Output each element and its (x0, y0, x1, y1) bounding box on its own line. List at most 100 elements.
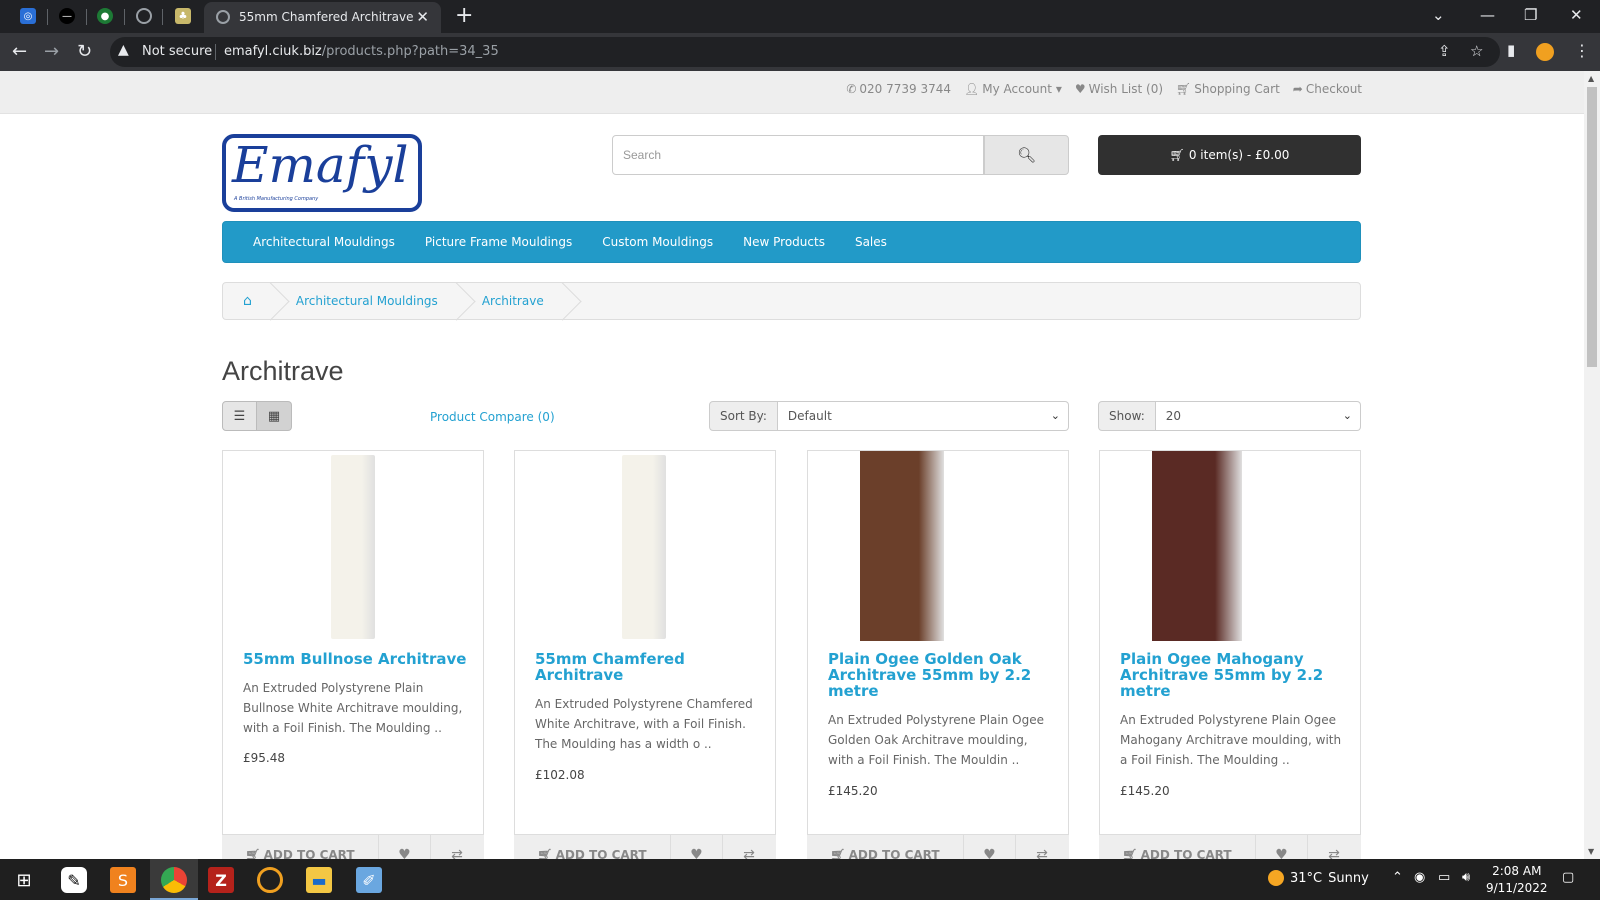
moulding-swatch (622, 455, 666, 639)
product-name[interactable]: 55mm Chamfered Architrave (535, 651, 760, 683)
product-description: An Extruded Polystyrene Plain Ogee Golde… (828, 713, 1044, 767)
shopping-cart-link[interactable]: 🛒︎ Shopping Cart (1176, 82, 1280, 96)
scroll-up-icon[interactable]: ▲ (1588, 74, 1594, 83)
add-to-cart-button[interactable]: 🛒︎ ADD TO CART (807, 835, 964, 859)
product-image[interactable] (223, 451, 483, 641)
filezilla-icon[interactable]: Z (208, 867, 234, 893)
phone-link[interactable]: ✆ 020 7739 3744 (846, 82, 951, 96)
close-icon[interactable]: ✕ (416, 8, 429, 26)
meet-icon[interactable]: ◉ (1414, 870, 1425, 885)
menu-item-custom-mouldings[interactable]: Custom Mouldings (587, 222, 728, 262)
back-icon[interactable]: ← (12, 41, 27, 62)
menu-item-new-products[interactable]: New Products (728, 222, 840, 262)
compare-button[interactable]: ⇄ (431, 835, 483, 860)
reload-icon[interactable]: ↻ (77, 41, 92, 62)
add-to-cart-button[interactable]: 🛒︎ ADD TO CART (1099, 835, 1256, 859)
checkout-link[interactable]: ➦ Checkout (1293, 82, 1362, 96)
search-button[interactable]: 🔍︎ (984, 135, 1069, 175)
list-view-button[interactable]: ☰ (222, 401, 257, 431)
product-name[interactable]: 55mm Bullnose Architrave (243, 651, 468, 667)
volume-icon[interactable]: 🔊︎ (1462, 870, 1470, 885)
wishlist-button[interactable]: ♥ (379, 835, 431, 859)
search-input[interactable] (612, 135, 984, 175)
product-name[interactable]: Plain Ogee Golden Oak Architrave 55mm by… (828, 651, 1053, 699)
notifications-icon[interactable]: ▢ (1562, 870, 1574, 885)
logo-tagline: A British Manufacturing Company (234, 196, 319, 202)
product-image[interactable] (1100, 451, 1360, 641)
url-text[interactable]: emafyl.ciuk.biz/products.php?path=34_35 (224, 44, 499, 59)
windows-start-icon[interactable]: ⊞ (11, 867, 37, 893)
globe-icon[interactable] (136, 8, 152, 24)
menu-item-picture-frame-mouldings[interactable]: Picture Frame Mouldings (410, 222, 587, 262)
address-toolbar: ← → ↻ ▲ Not secure emafyl.ciuk.biz/produ… (0, 33, 1600, 71)
phone-number: 020 7739 3744 (859, 82, 952, 96)
restore-icon[interactable]: ❐ (1524, 6, 1537, 24)
chevron-down-icon: ⌄ (1050, 409, 1060, 422)
wishlist-button[interactable]: ♥ (964, 835, 1016, 859)
cart-dropdown-button[interactable]: 🛒︎ 0 item(s) - £0.00 (1098, 135, 1361, 175)
pinned-tab-icon[interactable]: ● (97, 8, 113, 24)
close-window-icon[interactable]: ✕ (1570, 6, 1583, 24)
active-tab[interactable]: 55mm Chamfered Architrave ✕ (204, 2, 441, 33)
forward-icon[interactable]: → (44, 41, 59, 62)
compare-button[interactable]: ⇄ (1308, 835, 1360, 860)
compare-arrows-icon: ⇄ (1328, 846, 1340, 860)
breadcrumb-architectural-mouldings[interactable]: Architectural Mouldings (274, 282, 460, 320)
weather-widget[interactable]: 31°C Sunny (1268, 870, 1369, 886)
drawing-app-icon[interactable]: ✎ (61, 867, 87, 893)
pinned-tab-icon[interactable]: — (59, 8, 75, 24)
wishlist-button[interactable]: ♥ (671, 835, 723, 859)
product-compare-link[interactable]: Product Compare (0) (430, 410, 555, 424)
top-links-bar: ✆ 020 7739 3744 👤︎ My Account ▾ ♥ Wish List… (0, 71, 1584, 114)
product-description: An Extruded Polystyrene Chamfered White … (535, 697, 753, 751)
paint-icon[interactable]: ✐ (356, 867, 382, 893)
product-card: 55mm Bullnose Architrave An Extruded Pol… (222, 450, 484, 859)
add-to-cart-label: ADD TO CART (263, 847, 355, 860)
weather-condition: Sunny (1328, 870, 1369, 886)
new-tab-button[interactable]: + (455, 3, 473, 28)
moulding-swatch (860, 451, 944, 641)
home-icon[interactable]: ⌂ (223, 282, 274, 320)
scrollbar-thumb[interactable] (1587, 87, 1597, 367)
pinned-tab-icon[interactable]: ♣ (175, 8, 191, 24)
product-image[interactable] (808, 451, 1068, 641)
side-panel-icon[interactable]: ▮ (1507, 41, 1515, 59)
omnibox[interactable]: ▲ Not secure emafyl.ciuk.biz/products.ph… (110, 37, 1500, 67)
cart-icon: 🛒︎ (1122, 847, 1138, 860)
sublime-text-icon[interactable]: S (110, 867, 136, 893)
wish-list-link[interactable]: ♥ Wish List (0) (1075, 82, 1163, 96)
product-name[interactable]: Plain Ogee Mahogany Architrave 55mm by 2… (1120, 651, 1345, 699)
chrome-icon[interactable] (161, 867, 187, 893)
menu-dots-icon[interactable]: ⋮ (1574, 41, 1590, 60)
show-select[interactable]: 20 ⌄ (1155, 401, 1361, 431)
wishlist-button[interactable]: ♥ (1256, 835, 1308, 859)
tab-search-icon[interactable]: ⌄ (1432, 6, 1445, 24)
product-image[interactable] (515, 451, 775, 641)
pinned-tab-icon[interactable]: ◎ (20, 8, 36, 24)
minimize-icon[interactable]: — (1480, 6, 1495, 24)
menu-item-sales[interactable]: Sales (840, 222, 902, 262)
add-to-cart-button[interactable]: 🛒︎ ADD TO CART (514, 835, 671, 859)
profile-avatar[interactable] (1536, 43, 1554, 61)
add-to-cart-button[interactable]: 🛒︎ ADD TO CART (222, 835, 379, 859)
compare-button[interactable]: ⇄ (1016, 835, 1068, 860)
grid-view-button[interactable]: ▦ (257, 401, 292, 431)
network-icon[interactable]: ▭ (1438, 870, 1450, 885)
my-account-link[interactable]: 👤︎ My Account ▾ (964, 82, 1062, 96)
breadcrumb-architrave[interactable]: Architrave (460, 282, 566, 320)
security-label[interactable]: Not secure (142, 44, 212, 59)
share-icon[interactable]: ⇪ (1438, 42, 1451, 60)
color-app-icon[interactable] (257, 867, 283, 893)
menu-item-architectural-mouldings[interactable]: Architectural Mouldings (238, 222, 410, 262)
system-clock[interactable]: 2:08 AM 9/11/2022 (1486, 863, 1548, 897)
chevron-up-icon[interactable]: ⌃ (1392, 870, 1403, 885)
logo-text: Emafyl (232, 136, 409, 194)
page-scrollbar[interactable]: ▲ ▼ (1584, 71, 1600, 859)
bookmark-star-icon[interactable]: ☆ (1470, 42, 1483, 60)
sort-select[interactable]: Default ⌄ (777, 401, 1069, 431)
compare-button[interactable]: ⇄ (723, 835, 775, 860)
web-page: ✆ 020 7739 3744 👤︎ My Account ▾ ♥ Wish List… (0, 71, 1584, 859)
file-explorer-icon[interactable]: ▬ (306, 867, 332, 893)
site-logo[interactable]: Emafyl A British Manufacturing Company (222, 134, 422, 212)
scroll-down-icon[interactable]: ▼ (1588, 847, 1594, 856)
